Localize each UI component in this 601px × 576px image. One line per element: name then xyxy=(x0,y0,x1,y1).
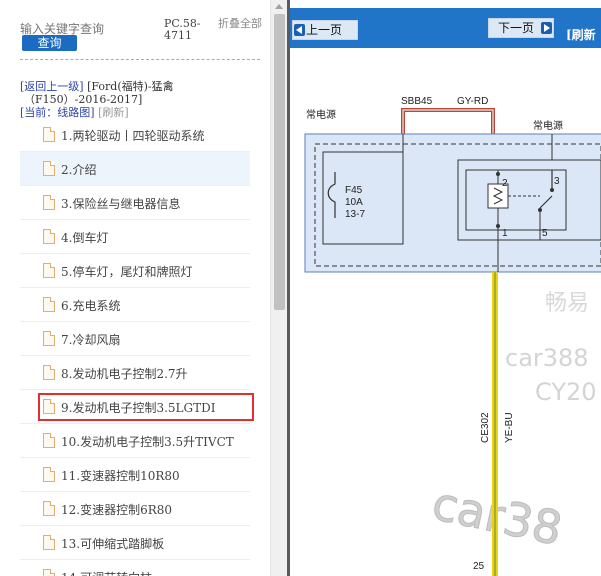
watermark-3: CY20 xyxy=(535,378,597,406)
arrow-right-icon xyxy=(541,22,552,34)
highlight-box xyxy=(38,393,254,421)
tree-item[interactable]: 13.可伸缩式踏脚板 xyxy=(20,526,250,560)
pin-5: 5 xyxy=(542,228,548,239)
document-icon xyxy=(43,331,55,346)
tree-item[interactable]: 5.停车灯，尾灯和牌照灯 xyxy=(20,254,250,288)
document-icon xyxy=(43,569,55,576)
fuse-rating: 10A xyxy=(345,197,363,208)
connector-pin: 25 xyxy=(473,561,485,572)
document-icon xyxy=(43,297,55,312)
brand-link[interactable]: [Ford(福特)-猛禽 xyxy=(87,80,174,93)
tree-item[interactable]: 6.充电系统 xyxy=(20,288,250,322)
tree-item-label: 10.发动机电子控制3.5升TIVCT xyxy=(61,435,234,449)
document-icon xyxy=(43,127,55,142)
back-link[interactable]: [返回上一级] xyxy=(20,80,84,93)
tree-item-label: 14.可调节转向柱 xyxy=(61,569,152,576)
document-icon xyxy=(43,195,55,210)
tree-item-label: 8.发动机电子控制2.7升 xyxy=(61,367,188,381)
tree-item[interactable]: 7.冷却风扇 xyxy=(20,322,250,356)
tree-item[interactable]: 11.变速器控制10R80 xyxy=(20,458,250,492)
divider xyxy=(20,59,260,60)
tree-item-label: 13.可伸缩式踏脚板 xyxy=(61,537,165,551)
fuse-location: 13-7 xyxy=(345,209,365,220)
wire-color-label: YE-BU xyxy=(504,412,515,443)
document-code: PC.58-4711 xyxy=(164,17,201,42)
breadcrumb: [返回上一级] [Ford(福特)-猛禽 （F150）-2016-2017] [… xyxy=(20,80,265,119)
scrollbar[interactable] xyxy=(270,0,287,576)
pin-2: 2 xyxy=(502,178,508,189)
tree-item[interactable]: 10.发动机电子控制3.5升TIVCT xyxy=(20,424,250,458)
tree-item[interactable]: 12.变速器控制6R80 xyxy=(20,492,250,526)
relay-power-label: 常电源 xyxy=(533,119,563,132)
search-button[interactable]: 查询 xyxy=(22,35,77,51)
viewer-toolbar: 上一页 下一页 [刷新 xyxy=(290,8,601,48)
document-icon xyxy=(43,161,55,176)
tree-item[interactable]: 9.发动机电子控制3.5LGTDI xyxy=(20,390,254,424)
prev-page-button[interactable]: 上一页 xyxy=(292,20,358,40)
next-page-label: 下一页 xyxy=(498,21,535,35)
tree-item-label: 2.介绍 xyxy=(61,163,97,177)
fuse-wire-label: SBB45 xyxy=(401,96,433,107)
fold-all-button[interactable]: 折叠全部 xyxy=(218,18,262,30)
next-page-button[interactable]: 下一页 xyxy=(488,18,554,38)
arrow-left-icon xyxy=(294,24,305,36)
viewer-refresh-button[interactable]: [刷新 xyxy=(566,26,596,43)
tree-item[interactable]: 4.倒车灯 xyxy=(20,220,250,254)
wire-color-top-label: GY-RD xyxy=(457,96,488,107)
tree-item[interactable]: 2.介绍 xyxy=(20,152,250,186)
tree-item-label: 7.冷却风扇 xyxy=(61,333,121,347)
tree-item[interactable]: 3.保险丝与继电器信息 xyxy=(20,186,250,220)
tree-item-label: 6.充电系统 xyxy=(61,299,121,313)
watermark-1: 畅易 xyxy=(545,291,589,316)
scroll-thumb[interactable] xyxy=(274,14,285,310)
prev-page-label: 上一页 xyxy=(306,23,343,37)
document-icon xyxy=(43,365,55,380)
left-panel: 查询 PC.58-4711 折叠全部 [返回上一级] [Ford(福特)-猛禽 … xyxy=(0,0,270,576)
circuit-label: CE302 xyxy=(480,412,491,443)
document-icon xyxy=(43,229,55,244)
document-icon xyxy=(43,467,55,482)
wiring-diagram: 畅易 car388 CY20 car38 常电源 SBB45 GY-RD F45… xyxy=(304,96,601,576)
scroll-up-icon[interactable] xyxy=(275,4,283,9)
tree-item-label: 5.停车灯，尾灯和牌照灯 xyxy=(61,265,193,279)
fuse-id: F45 xyxy=(345,185,363,196)
model-label: （F150）-2016-2017] xyxy=(24,93,143,106)
diagram-viewer: 上一页 下一页 [刷新 畅易 car388 CY20 car38 常电源 SBB… xyxy=(290,0,601,576)
left-power-label: 常电源 xyxy=(306,108,336,121)
document-icon xyxy=(43,263,55,278)
tree-item-label: 4.倒车灯 xyxy=(61,231,109,245)
document-icon xyxy=(43,433,55,448)
tree-list: 1.两轮驱动丨四轮驱动系统 2.介绍 3.保险丝与继电器信息 4.倒车灯 5.停车灯，尾… xyxy=(20,118,254,576)
document-icon xyxy=(43,535,55,550)
document-icon xyxy=(43,501,55,516)
tree-item[interactable]: 1.两轮驱动丨四轮驱动系统 xyxy=(20,118,250,152)
tree-item[interactable]: 8.发动机电子控制2.7升 xyxy=(20,356,250,390)
tree-item-label: 11.变速器控制10R80 xyxy=(61,469,180,483)
tree-item-label: 3.保险丝与继电器信息 xyxy=(61,197,181,211)
pin-3: 3 xyxy=(554,176,560,187)
pin-1: 1 xyxy=(502,228,508,239)
tree-item[interactable]: 14.可调节转向柱 xyxy=(20,560,250,576)
tree-item-label: 1.两轮驱动丨四轮驱动系统 xyxy=(61,129,205,143)
watermark-2: car388 xyxy=(505,344,589,372)
tree-item-label: 12.变速器控制6R80 xyxy=(61,503,173,517)
